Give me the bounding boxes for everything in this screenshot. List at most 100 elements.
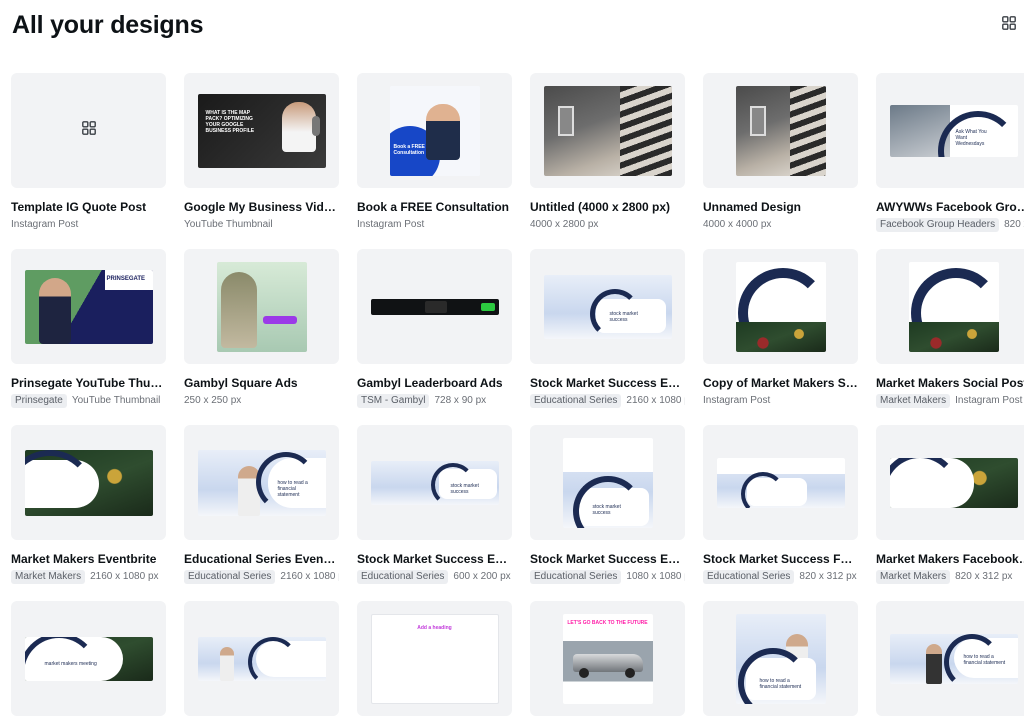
- design-card[interactable]: Unnamed Design 4000 x 4000 px: [703, 73, 858, 232]
- design-title[interactable]: Stock Market Success Eve...: [530, 376, 685, 391]
- design-thumbnail[interactable]: how to read a financial statement: [703, 601, 858, 716]
- design-card[interactable]: stock market success Stock Market Success…: [357, 425, 512, 584]
- design-format: 728 x 90 px: [434, 395, 487, 406]
- design-thumbnail[interactable]: [703, 249, 858, 364]
- design-format: Instagram Post: [357, 219, 425, 230]
- folder-tag: Educational Series: [703, 570, 795, 584]
- design-card[interactable]: Market Makers Social Post Market Makers In…: [876, 249, 1024, 408]
- design-title[interactable]: Market Makers Social Post: [876, 376, 1024, 391]
- thumbnail-text: Book a FREE Consultation: [393, 143, 425, 156]
- design-card[interactable]: market makers meeting: [11, 601, 166, 716]
- design-meta: 250 x 250 px: [184, 394, 339, 408]
- design-card[interactable]: Market Makers Facebook ... Market Makers 8…: [876, 425, 1024, 584]
- grid-icon[interactable]: [1002, 16, 1018, 32]
- folder-tag: Market Makers: [876, 394, 951, 408]
- thumbnail-text: PRINSEGATE: [106, 275, 146, 282]
- design-thumbnail[interactable]: LET'S GO BACK TO THE FUTURE: [530, 601, 685, 716]
- design-thumbnail[interactable]: [530, 73, 685, 188]
- design-thumbnail[interactable]: [357, 249, 512, 364]
- thumbnail-text: how to read a financial statement: [963, 653, 1006, 666]
- design-meta: Educational Series 600 x 200 px: [357, 570, 512, 584]
- design-meta: 4000 x 2800 px: [530, 218, 685, 232]
- design-card[interactable]: Copy of Market Makers So... Instagram Pos…: [703, 249, 858, 408]
- design-meta: Educational Series 2160 x 1080 p: [530, 394, 685, 408]
- design-title[interactable]: Google My Business Video ...: [184, 200, 339, 215]
- folder-tag: Educational Series: [357, 570, 449, 584]
- design-card[interactable]: PRINSEGATE Prinsegate YouTube Thum... Prin…: [11, 249, 166, 408]
- design-thumbnail[interactable]: [876, 249, 1024, 364]
- design-card[interactable]: how to read a financial statement Educati…: [184, 425, 339, 584]
- design-thumbnail[interactable]: [184, 249, 339, 364]
- folder-tag: Educational Series: [184, 570, 276, 584]
- design-thumbnail[interactable]: Ask What You Want Wednesdays: [876, 73, 1024, 188]
- design-card[interactable]: Book a FREE Consultation Book a FREE Cons…: [357, 73, 512, 232]
- design-meta: Facebook Group Headers 820 x: [876, 218, 1024, 232]
- design-thumbnail[interactable]: market makers meeting: [11, 601, 166, 716]
- design-card[interactable]: [184, 601, 339, 716]
- design-title[interactable]: Unnamed Design: [703, 200, 858, 215]
- design-thumbnail[interactable]: PRINSEGATE: [11, 249, 166, 364]
- design-title[interactable]: Market Makers Eventbrite: [11, 552, 166, 567]
- design-thumbnail[interactable]: how to read a financial statement: [184, 425, 339, 540]
- thumbnail-text: Add a heading: [417, 624, 452, 631]
- design-format: YouTube Thumbnail: [184, 219, 273, 230]
- design-thumbnail[interactable]: Add a heading: [357, 601, 512, 716]
- design-title[interactable]: Template IG Quote Post: [11, 200, 166, 215]
- design-title[interactable]: Market Makers Facebook ...: [876, 552, 1024, 567]
- design-card[interactable]: WHAT IS THE MAP PACK? OPTIMIZING YOUR GO…: [184, 73, 339, 232]
- design-thumbnail[interactable]: [11, 73, 166, 188]
- design-title[interactable]: Gambyl Leaderboard Ads: [357, 376, 512, 391]
- design-title[interactable]: Educational Series Eventbr...: [184, 552, 339, 567]
- design-thumbnail[interactable]: [876, 425, 1024, 540]
- design-thumbnail[interactable]: stock market success: [357, 425, 512, 540]
- design-title[interactable]: AWYWWs Facebook Group...: [876, 200, 1024, 215]
- design-card[interactable]: Ask What You Want Wednesdays AWYWWs Faceb…: [876, 73, 1024, 232]
- design-card[interactable]: stock market success Stock Market Success…: [530, 249, 685, 408]
- design-title[interactable]: Prinsegate YouTube Thum...: [11, 376, 166, 391]
- design-card[interactable]: Template IG Quote Post Instagram Post: [11, 73, 166, 232]
- design-meta: Educational Series 2160 x 1080 p: [184, 570, 339, 584]
- design-card[interactable]: Gambyl Leaderboard Ads TSM - Gambyl 728 x …: [357, 249, 512, 408]
- thumbnail-text: how to read a financial statement: [277, 479, 308, 498]
- thumbnail-text: stock market success: [609, 310, 638, 323]
- design-meta: Instagram Post: [357, 218, 512, 232]
- design-thumbnail[interactable]: WHAT IS THE MAP PACK? OPTIMIZING YOUR GO…: [184, 73, 339, 188]
- design-title[interactable]: Gambyl Square Ads: [184, 376, 339, 391]
- design-title[interactable]: Stock Market Success Eve...: [530, 552, 685, 567]
- thumbnail-text: market makers meeting: [44, 660, 97, 667]
- thumbnail-text: stock market success: [592, 503, 621, 516]
- design-meta: Educational Series 820 x 312 px: [703, 570, 858, 584]
- design-title[interactable]: Untitled (4000 x 2800 px): [530, 200, 685, 215]
- design-thumbnail[interactable]: [703, 425, 858, 540]
- design-thumbnail[interactable]: [703, 73, 858, 188]
- design-meta: 4000 x 4000 px: [703, 218, 858, 232]
- grid-icon: [81, 121, 96, 140]
- design-title[interactable]: Stock Market Success Ema...: [357, 552, 512, 567]
- design-title[interactable]: Stock Market Success Face...: [703, 552, 858, 567]
- design-card[interactable]: Market Makers Eventbrite Market Makers 216…: [11, 425, 166, 584]
- design-card[interactable]: stock market success Stock Market Success…: [530, 425, 685, 584]
- design-card[interactable]: Stock Market Success Face... Educational …: [703, 425, 858, 584]
- design-title[interactable]: Copy of Market Makers So...: [703, 376, 858, 391]
- design-thumbnail[interactable]: stock market success: [530, 425, 685, 540]
- design-thumbnail[interactable]: how to read a financial statement: [876, 601, 1024, 716]
- design-card[interactable]: how to read a financial statement: [703, 601, 858, 716]
- design-format: 2160 x 1080 p: [280, 571, 339, 582]
- design-format: 820 x 312 px: [799, 571, 857, 582]
- design-card[interactable]: Untitled (4000 x 2800 px) 4000 x 2800 px: [530, 73, 685, 232]
- design-card[interactable]: Add a heading: [357, 601, 512, 716]
- design-card[interactable]: Gambyl Square Ads 250 x 250 px: [184, 249, 339, 408]
- design-format: Instagram Post: [703, 395, 771, 406]
- design-thumbnail[interactable]: [11, 425, 166, 540]
- folder-tag: TSM - Gambyl: [357, 394, 430, 408]
- design-thumbnail[interactable]: Book a FREE Consultation: [357, 73, 512, 188]
- design-card[interactable]: LET'S GO BACK TO THE FUTURE: [530, 601, 685, 716]
- design-title[interactable]: Book a FREE Consultation: [357, 200, 512, 215]
- design-card[interactable]: how to read a financial statement: [876, 601, 1024, 716]
- design-meta: Market Makers 820 x 312 px: [876, 570, 1024, 584]
- thumbnail-text: Ask What You Want Wednesdays: [955, 128, 987, 147]
- design-thumbnail[interactable]: [184, 601, 339, 716]
- design-meta: Market Makers 2160 x 1080 px: [11, 570, 166, 584]
- design-format: 600 x 200 px: [453, 571, 511, 582]
- design-thumbnail[interactable]: stock market success: [530, 249, 685, 364]
